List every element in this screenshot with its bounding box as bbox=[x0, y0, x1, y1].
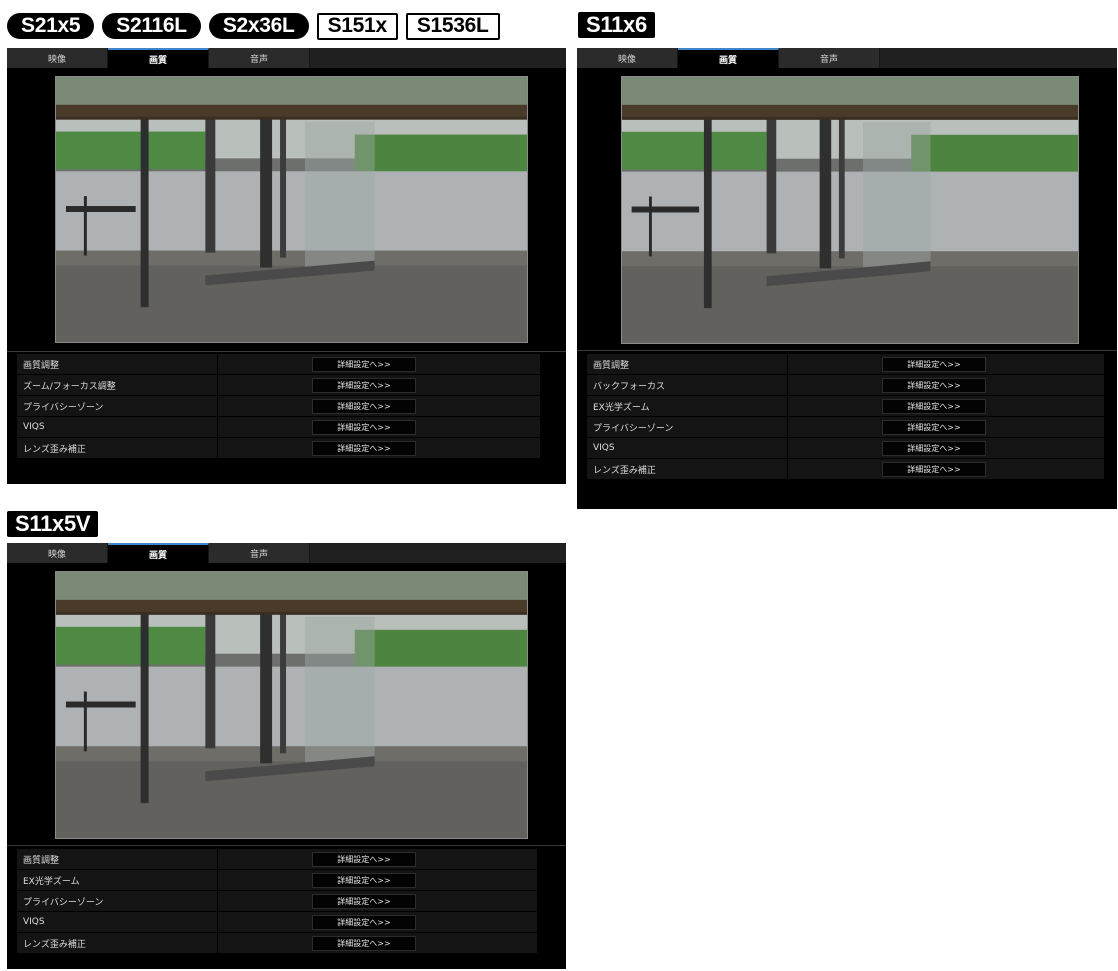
setting-label: EX光学ズーム bbox=[587, 396, 787, 416]
camera-preview-image bbox=[56, 77, 527, 342]
detail-settings-button[interactable]: 詳細設定へ>> bbox=[312, 378, 416, 393]
settings-row: ズーム/フォーカス調整 詳細設定へ>> bbox=[17, 375, 540, 395]
model-badge: S151x bbox=[316, 12, 398, 40]
setting-label: 画質調整 bbox=[17, 354, 217, 374]
setting-label: 画質調整 bbox=[17, 849, 217, 869]
tab-bar: 映像 画質 音声 bbox=[7, 543, 566, 563]
detail-settings-button[interactable]: 詳細設定へ>> bbox=[312, 399, 416, 414]
tab-video[interactable]: 映像 bbox=[7, 543, 108, 563]
model-badge: S2x36L bbox=[208, 13, 309, 39]
model-badges-top-left: S21x5 S2116L S2x36L S151x S1536L bbox=[7, 12, 508, 40]
detail-settings-button[interactable]: 詳細設定へ>> bbox=[312, 420, 416, 435]
setting-label: ズーム/フォーカス調整 bbox=[17, 375, 217, 395]
camera-settings-panel: 映像 画質 音声 画質調整 詳細設定へ>> bbox=[7, 543, 566, 969]
detail-settings-button[interactable]: 詳細設定へ>> bbox=[312, 915, 416, 930]
divider bbox=[7, 845, 566, 846]
tab-image-quality[interactable]: 画質 bbox=[678, 48, 779, 68]
detail-settings-button[interactable]: 詳細設定へ>> bbox=[882, 378, 986, 393]
setting-label: プライバシーゾーン bbox=[17, 396, 217, 416]
setting-label: 画質調整 bbox=[587, 354, 787, 374]
camera-preview-image bbox=[56, 572, 527, 838]
setting-label: レンズ歪み補正 bbox=[17, 933, 217, 953]
settings-row: 画質調整 詳細設定へ>> bbox=[17, 354, 540, 374]
model-badges-bottom-left: S11x5V bbox=[7, 511, 106, 537]
tab-image-quality[interactable]: 画質 bbox=[108, 543, 209, 563]
tab-audio[interactable]: 音声 bbox=[779, 48, 880, 68]
detail-settings-button[interactable]: 詳細設定へ>> bbox=[312, 357, 416, 372]
setting-label: バックフォーカス bbox=[587, 375, 787, 395]
camera-preview bbox=[621, 76, 1079, 344]
setting-label: レンズ歪み補正 bbox=[587, 459, 787, 479]
tab-bar: 映像 画質 音声 bbox=[577, 48, 1117, 68]
settings-row: VIQS 詳細設定へ>> bbox=[587, 438, 1104, 458]
detail-settings-button[interactable]: 詳細設定へ>> bbox=[312, 894, 416, 909]
model-badge: S21x5 bbox=[7, 13, 95, 39]
model-badge: S1536L bbox=[405, 12, 500, 40]
settings-row: 画質調整 詳細設定へ>> bbox=[17, 849, 537, 869]
model-badge: S11x6 bbox=[578, 12, 655, 38]
settings-row: レンズ歪み補正 詳細設定へ>> bbox=[587, 459, 1104, 479]
settings-list: 画質調整 詳細設定へ>> バックフォーカス 詳細設定へ>> EX光学ズーム 詳細… bbox=[587, 354, 1104, 480]
settings-row: レンズ歪み補正 詳細設定へ>> bbox=[17, 438, 540, 458]
tab-video[interactable]: 映像 bbox=[7, 48, 108, 68]
divider bbox=[7, 351, 566, 352]
camera-settings-panel: 映像 画質 音声 画質調整 詳細設定へ>> bbox=[7, 48, 566, 484]
setting-label: レンズ歪み補正 bbox=[17, 438, 217, 458]
tab-video[interactable]: 映像 bbox=[577, 48, 678, 68]
tab-audio[interactable]: 音声 bbox=[209, 48, 310, 68]
setting-label: VIQS bbox=[587, 438, 787, 458]
settings-row: バックフォーカス 詳細設定へ>> bbox=[587, 375, 1104, 395]
tab-image-quality[interactable]: 画質 bbox=[108, 48, 209, 68]
detail-settings-button[interactable]: 詳細設定へ>> bbox=[312, 441, 416, 456]
detail-settings-button[interactable]: 詳細設定へ>> bbox=[882, 441, 986, 456]
tab-bar: 映像 画質 音声 bbox=[7, 48, 566, 68]
setting-label: VIQS bbox=[17, 417, 217, 437]
settings-row: 画質調整 詳細設定へ>> bbox=[587, 354, 1104, 374]
detail-settings-button[interactable]: 詳細設定へ>> bbox=[882, 462, 986, 477]
detail-settings-button[interactable]: 詳細設定へ>> bbox=[882, 420, 986, 435]
settings-row: VIQS 詳細設定へ>> bbox=[17, 417, 540, 437]
settings-row: プライバシーゾーン 詳細設定へ>> bbox=[17, 891, 537, 911]
camera-preview bbox=[55, 571, 528, 839]
model-badge: S2116L bbox=[102, 13, 201, 39]
setting-label: プライバシーゾーン bbox=[17, 891, 217, 911]
divider bbox=[577, 350, 1117, 351]
setting-label: VIQS bbox=[17, 912, 217, 932]
settings-row: レンズ歪み補正 詳細設定へ>> bbox=[17, 933, 537, 953]
detail-settings-button[interactable]: 詳細設定へ>> bbox=[882, 399, 986, 414]
model-badges-top-right: S11x6 bbox=[578, 12, 663, 38]
detail-settings-button[interactable]: 詳細設定へ>> bbox=[312, 873, 416, 888]
camera-preview-image bbox=[622, 77, 1078, 343]
settings-row: プライバシーゾーン 詳細設定へ>> bbox=[587, 417, 1104, 437]
detail-settings-button[interactable]: 詳細設定へ>> bbox=[312, 936, 416, 951]
camera-preview bbox=[55, 76, 528, 343]
settings-row: プライバシーゾーン 詳細設定へ>> bbox=[17, 396, 540, 416]
settings-row: VIQS 詳細設定へ>> bbox=[17, 912, 537, 932]
camera-settings-panel: 映像 画質 音声 画質調整 詳細設定へ>> bbox=[577, 48, 1117, 509]
settings-row: EX光学ズーム 詳細設定へ>> bbox=[587, 396, 1104, 416]
setting-label: プライバシーゾーン bbox=[587, 417, 787, 437]
settings-row: EX光学ズーム 詳細設定へ>> bbox=[17, 870, 537, 890]
model-badge: S11x5V bbox=[7, 511, 99, 537]
tab-audio[interactable]: 音声 bbox=[209, 543, 310, 563]
settings-list: 画質調整 詳細設定へ>> EX光学ズーム 詳細設定へ>> プライバシーゾーン 詳… bbox=[17, 849, 537, 954]
setting-label: EX光学ズーム bbox=[17, 870, 217, 890]
detail-settings-button[interactable]: 詳細設定へ>> bbox=[882, 357, 986, 372]
settings-list: 画質調整 詳細設定へ>> ズーム/フォーカス調整 詳細設定へ>> プライバシーゾ… bbox=[17, 354, 540, 459]
detail-settings-button[interactable]: 詳細設定へ>> bbox=[312, 852, 416, 867]
